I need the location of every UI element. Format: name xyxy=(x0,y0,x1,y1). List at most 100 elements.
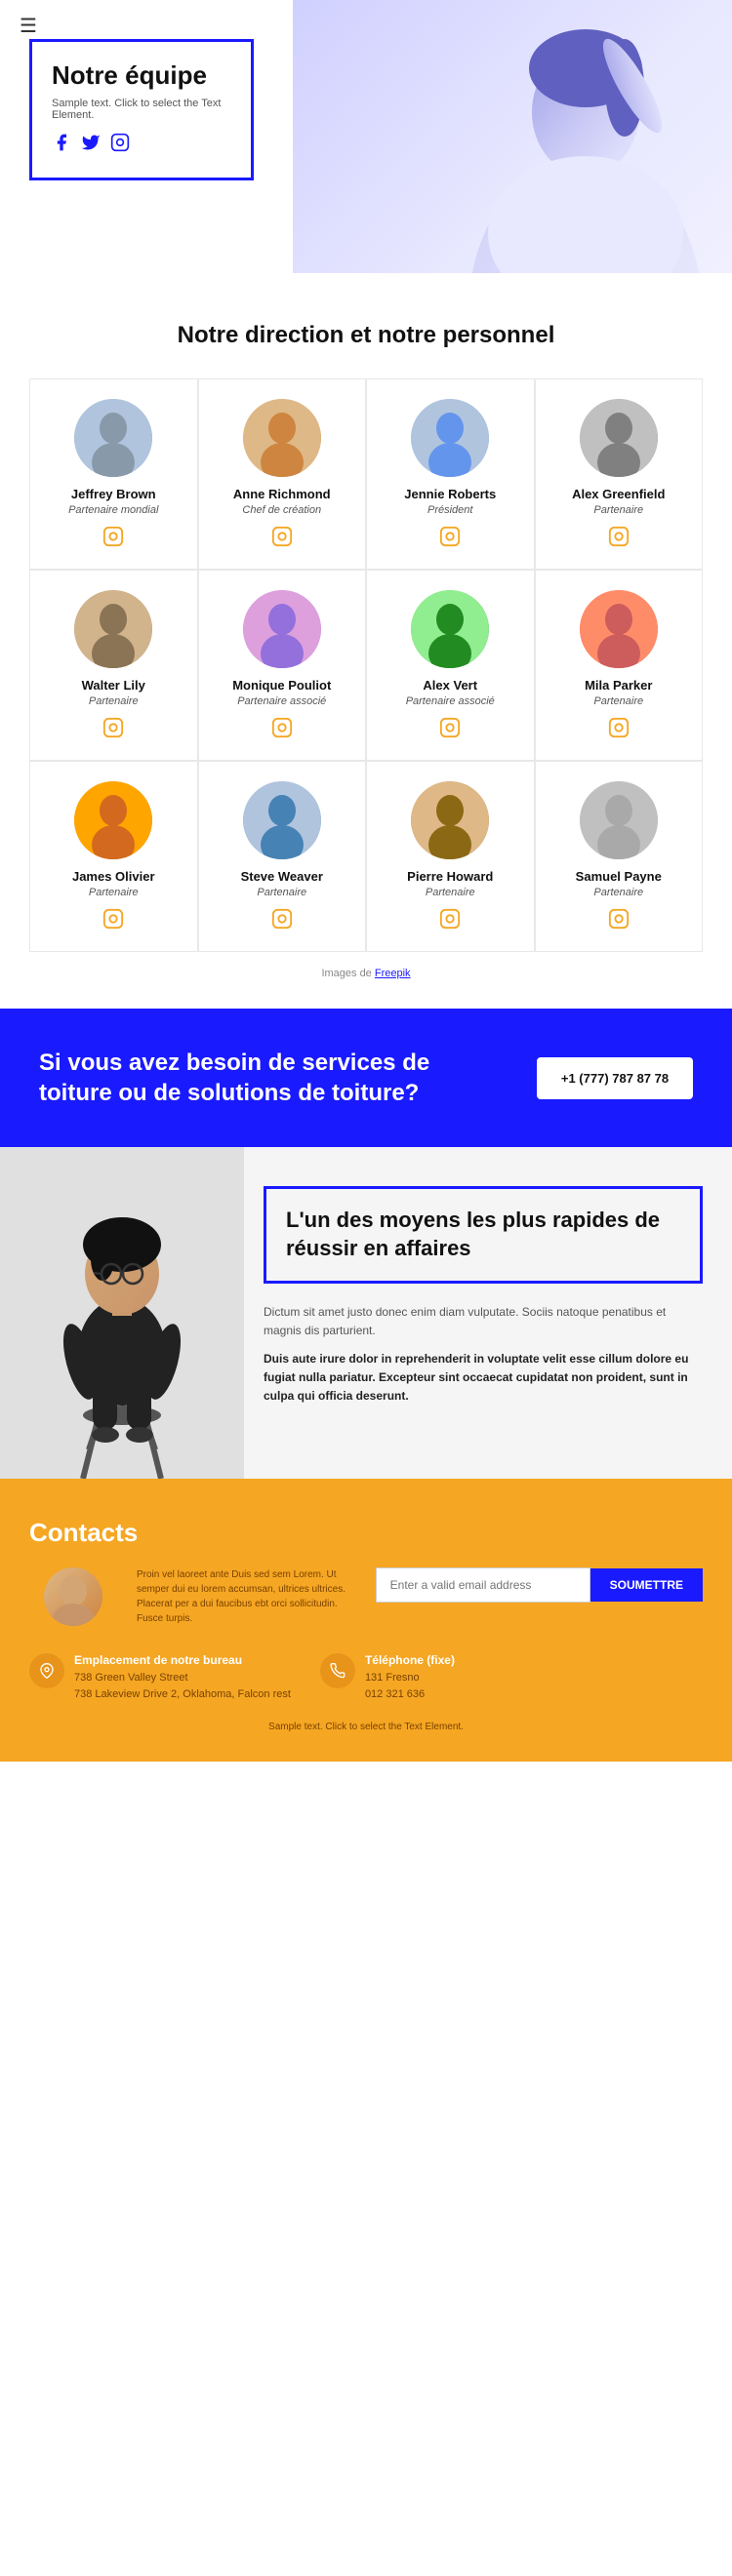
team-name-10: Steve Weaver xyxy=(241,869,323,884)
map-pin-icon xyxy=(39,1663,55,1679)
business-section: L'un des moyens les plus rapides de réus… xyxy=(0,1147,732,1479)
contacts-avatar xyxy=(44,1567,102,1626)
contacts-submit-button[interactable]: SOUMETTRE xyxy=(590,1568,703,1602)
team-role-7: Partenaire associé xyxy=(406,695,495,707)
contacts-location: Emplacement de notre bureau 738 Green Va… xyxy=(29,1653,291,1702)
instagram-icon xyxy=(110,133,130,152)
team-avatar-8 xyxy=(580,590,658,668)
instagram-link[interactable] xyxy=(110,133,130,158)
hero-title: Notre équipe xyxy=(52,61,227,90)
location-line2: 738 Lakeview Drive 2, Oklahoma, Falcon r… xyxy=(74,1686,291,1703)
phone-label: Téléphone (fixe) xyxy=(365,1653,455,1667)
contacts-email-input[interactable] xyxy=(376,1567,590,1603)
team-avatar-7 xyxy=(411,590,489,668)
team-role-9: Partenaire xyxy=(89,887,139,898)
hero-social-links xyxy=(52,133,227,158)
cta-section: Si vous avez besoin de services de toitu… xyxy=(0,1009,732,1147)
team-instagram-icon-6[interactable] xyxy=(271,717,293,744)
facebook-link[interactable] xyxy=(52,133,71,158)
team-avatar-6 xyxy=(243,590,321,668)
team-name-8: Mila Parker xyxy=(585,678,652,693)
contacts-description: Proin vel laoreet ante Duis sed sem Lore… xyxy=(137,1567,356,1626)
facebook-icon xyxy=(52,133,71,152)
business-desc1: Dictum sit amet justo donec enim diam vu… xyxy=(264,1303,703,1340)
hero-subtitle: Sample text. Click to select the Text El… xyxy=(52,98,227,121)
team-role-11: Partenaire xyxy=(426,887,475,898)
team-role-4: Partenaire xyxy=(593,504,643,516)
team-avatar-3 xyxy=(411,399,489,477)
team-role-6: Partenaire associé xyxy=(237,695,326,707)
team-instagram-icon-4[interactable] xyxy=(608,526,630,553)
hero-background-image xyxy=(293,0,732,273)
team-card-4: Alex Greenfield Partenaire xyxy=(535,378,704,570)
team-instagram-icon-9[interactable] xyxy=(102,908,124,935)
team-role-3: Président xyxy=(427,504,472,516)
team-instagram-icon-1[interactable] xyxy=(102,526,124,553)
team-instagram-icon-7[interactable] xyxy=(439,717,461,744)
location-label: Emplacement de notre bureau xyxy=(74,1653,291,1667)
team-instagram-icon-3[interactable] xyxy=(439,526,461,553)
location-details: Emplacement de notre bureau 738 Green Va… xyxy=(74,1653,291,1702)
contacts-avatar-area xyxy=(29,1567,117,1634)
team-role-1: Partenaire mondial xyxy=(68,504,158,516)
team-name-6: Monique Pouliot xyxy=(232,678,331,693)
menu-icon[interactable]: ☰ xyxy=(20,14,37,38)
business-content: L'un des moyens les plus rapides de réus… xyxy=(244,1147,732,1479)
team-avatar-5 xyxy=(74,590,152,668)
freepik-link[interactable]: Freepik xyxy=(375,968,411,979)
team-name-5: Walter Lily xyxy=(82,678,145,693)
contacts-section: Contacts Proin vel laoreet ante Duis sed… xyxy=(0,1479,732,1762)
hero-section: ☰ xyxy=(0,0,732,273)
phone-number1: 131 Fresno xyxy=(365,1670,455,1686)
twitter-link[interactable] xyxy=(81,133,101,158)
phone-details: Téléphone (fixe) 131 Fresno 012 321 636 xyxy=(365,1653,455,1702)
team-role-12: Partenaire xyxy=(593,887,643,898)
contacts-footer: Sample text. Click to select the Text El… xyxy=(29,1722,703,1732)
team-instagram-icon-12[interactable] xyxy=(608,908,630,935)
team-instagram-icon-10[interactable] xyxy=(271,908,293,935)
team-avatar-9 xyxy=(74,781,152,859)
team-card-12: Samuel Payne Partenaire xyxy=(535,761,704,952)
team-avatar-12 xyxy=(580,781,658,859)
team-name-3: Jennie Roberts xyxy=(404,487,496,501)
phone-number2: 012 321 636 xyxy=(365,1686,455,1703)
contacts-info-area: Proin vel laoreet ante Duis sed sem Lore… xyxy=(137,1567,356,1634)
team-grid: Jeffrey Brown Partenaire mondial Anne Ri… xyxy=(29,378,703,952)
team-section: Notre direction et notre personnel Jeffr… xyxy=(0,273,732,1009)
cta-phone-button[interactable]: +1 (777) 787 87 78 xyxy=(537,1057,693,1099)
contacts-title: Contacts xyxy=(29,1518,703,1548)
team-name-7: Alex Vert xyxy=(423,678,477,693)
business-title-box: L'un des moyens les plus rapides de réus… xyxy=(264,1186,703,1283)
phone-icon-svg xyxy=(330,1663,346,1679)
location-icon xyxy=(29,1653,64,1688)
team-card-6: Monique Pouliot Partenaire associé xyxy=(198,570,367,761)
team-avatar-1 xyxy=(74,399,152,477)
team-instagram-icon-5[interactable] xyxy=(102,717,124,744)
team-avatar-2 xyxy=(243,399,321,477)
freepik-credit: Images de Freepik xyxy=(29,968,703,979)
team-instagram-icon-8[interactable] xyxy=(608,717,630,744)
hero-content-box: Notre équipe Sample text. Click to selec… xyxy=(29,39,254,180)
team-card-9: James Olivier Partenaire xyxy=(29,761,198,952)
team-card-8: Mila Parker Partenaire xyxy=(535,570,704,761)
contacts-phone: Téléphone (fixe) 131 Fresno 012 321 636 xyxy=(320,1653,455,1702)
team-instagram-icon-2[interactable] xyxy=(271,526,293,553)
team-name-4: Alex Greenfield xyxy=(572,487,665,501)
business-title: L'un des moyens les plus rapides de réus… xyxy=(286,1207,680,1262)
business-image xyxy=(0,1147,244,1479)
team-name-2: Anne Richmond xyxy=(233,487,331,501)
contacts-form: SOUMETTRE xyxy=(376,1567,703,1603)
cta-text: Si vous avez besoin de services de toitu… xyxy=(39,1048,449,1108)
team-card-10: Steve Weaver Partenaire xyxy=(198,761,367,952)
team-card-1: Jeffrey Brown Partenaire mondial xyxy=(29,378,198,570)
phone-icon xyxy=(320,1653,355,1688)
location-line1: 738 Green Valley Street xyxy=(74,1670,291,1686)
team-avatar-10 xyxy=(243,781,321,859)
team-instagram-icon-11[interactable] xyxy=(439,908,461,935)
team-name-11: Pierre Howard xyxy=(407,869,493,884)
contacts-bottom: Emplacement de notre bureau 738 Green Va… xyxy=(29,1653,703,1702)
team-role-2: Chef de création xyxy=(242,504,321,516)
team-card-7: Alex Vert Partenaire associé xyxy=(366,570,535,761)
team-card-3: Jennie Roberts Président xyxy=(366,378,535,570)
team-section-title: Notre direction et notre personnel xyxy=(29,322,703,349)
